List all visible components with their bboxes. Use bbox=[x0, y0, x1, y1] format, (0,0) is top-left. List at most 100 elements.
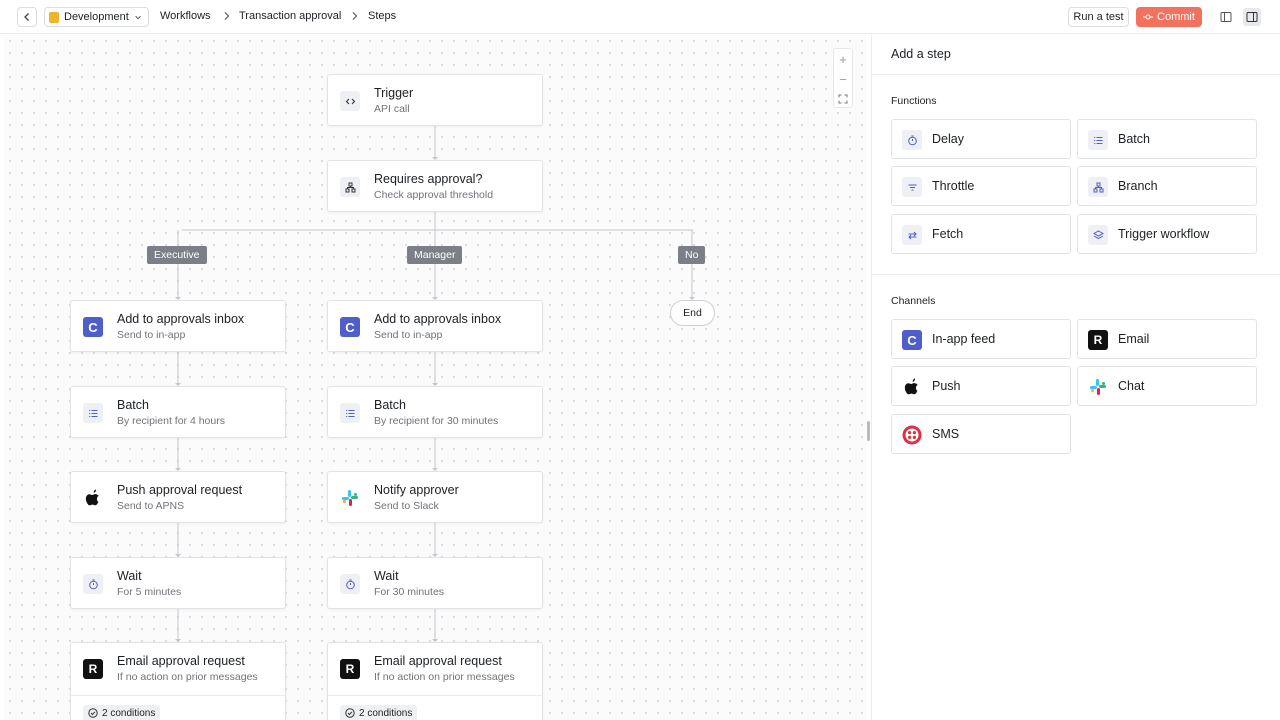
chevron-down-icon bbox=[135, 15, 141, 19]
node-subtitle: By recipient for 4 hours bbox=[117, 415, 225, 427]
function-fetch[interactable]: Fetch bbox=[891, 214, 1071, 254]
resend-icon: R bbox=[1088, 330, 1108, 350]
option-label: Trigger workflow bbox=[1118, 227, 1210, 241]
step-node-wait[interactable]: Wait For 30 minutes bbox=[327, 557, 543, 609]
workflow-canvas[interactable]: Trigger API call Requires approval? Chec… bbox=[4, 35, 866, 720]
channel-sms[interactable]: SMS bbox=[891, 414, 1071, 454]
node-subtitle: Check approval threshold bbox=[374, 189, 494, 201]
twilio-icon bbox=[902, 425, 922, 445]
option-label: Fetch bbox=[932, 227, 964, 241]
step-node-inapp[interactable]: C Add to approvals inbox Send to in-app bbox=[327, 300, 543, 352]
branch-tag-no[interactable]: No bbox=[678, 246, 706, 264]
branch-icon bbox=[1088, 177, 1108, 197]
layers-icon bbox=[1088, 225, 1108, 245]
option-label: In-app feed bbox=[932, 332, 996, 346]
function-batch[interactable]: Batch bbox=[1077, 119, 1257, 159]
step-node-inapp[interactable]: C Add to approvals inbox Send to in-app bbox=[70, 300, 286, 352]
node-title: Add to approvals inbox bbox=[374, 312, 502, 326]
back-button[interactable] bbox=[17, 7, 37, 27]
zoom-out-button[interactable]: − bbox=[834, 69, 852, 89]
panel-title: Add a step bbox=[891, 47, 951, 61]
filter-icon bbox=[902, 177, 922, 197]
breadcrumb-workflows[interactable]: Workflows bbox=[160, 10, 211, 22]
function-throttle[interactable]: Throttle bbox=[891, 166, 1071, 206]
node-subtitle: By recipient for 30 minutes bbox=[374, 415, 499, 427]
divider bbox=[872, 74, 1280, 75]
panel-resize-handle[interactable] bbox=[867, 421, 870, 441]
timer-icon bbox=[902, 130, 922, 150]
option-label: SMS bbox=[932, 427, 960, 441]
branch-tag-manager[interactable]: Manager bbox=[407, 246, 463, 264]
top-bar: Development Workflows Transaction approv… bbox=[0, 0, 1280, 34]
node-subtitle: Send to Slack bbox=[374, 500, 439, 512]
node-title: Wait bbox=[374, 569, 399, 583]
functions-label: Functions bbox=[891, 95, 937, 107]
chevron-left-icon bbox=[24, 13, 29, 21]
function-delay[interactable]: Delay bbox=[891, 119, 1071, 159]
commit-button[interactable]: Commit bbox=[1136, 7, 1202, 27]
conditions-badge[interactable]: 2 conditions bbox=[340, 705, 418, 720]
step-node-wait[interactable]: Wait For 5 minutes bbox=[70, 557, 286, 609]
list-icon bbox=[1088, 130, 1108, 150]
breadcrumb-transaction-approval[interactable]: Transaction approval bbox=[239, 10, 341, 22]
step-node-email[interactable]: R Email approval request If no action on… bbox=[70, 642, 286, 720]
option-label: Throttle bbox=[932, 179, 975, 193]
slack-icon bbox=[1088, 377, 1108, 397]
option-label: Batch bbox=[1118, 132, 1150, 146]
environment-select[interactable]: Development bbox=[44, 7, 149, 27]
sidebar-right-toggle[interactable] bbox=[1243, 8, 1261, 26]
node-title: Wait bbox=[117, 569, 142, 583]
node-subtitle: If no action on prior messages bbox=[117, 671, 258, 683]
check-circle-icon bbox=[88, 708, 98, 718]
node-title: Push approval request bbox=[117, 483, 243, 497]
fit-view-icon bbox=[838, 94, 848, 104]
code-icon bbox=[340, 91, 360, 111]
step-node-batch[interactable]: Batch By recipient for 30 minutes bbox=[327, 386, 543, 438]
list-icon bbox=[83, 403, 103, 423]
zoom-in-button[interactable]: + bbox=[834, 49, 852, 69]
fit-view-button[interactable] bbox=[834, 89, 852, 109]
layout-left-icon bbox=[1220, 12, 1232, 22]
node-subtitle: Send to in-app bbox=[117, 329, 186, 341]
option-label: Push bbox=[932, 379, 961, 393]
layout-right-icon bbox=[1246, 12, 1258, 22]
node-subtitle: API call bbox=[374, 103, 410, 115]
node-title: Requires approval? bbox=[374, 172, 483, 186]
step-node-push[interactable]: Push approval request Send to APNS bbox=[70, 471, 286, 523]
timer-icon bbox=[340, 574, 360, 594]
slack-icon bbox=[340, 488, 360, 508]
add-step-panel: Add a step Functions Delay Batch Throttl… bbox=[871, 35, 1280, 720]
check-circle-icon bbox=[345, 708, 355, 718]
channel-push[interactable]: Push bbox=[891, 366, 1071, 406]
option-label: Branch bbox=[1118, 179, 1158, 193]
timer-icon bbox=[83, 574, 103, 594]
conditions-badge[interactable]: 2 conditions bbox=[83, 705, 161, 720]
branch-node[interactable]: Requires approval? Check approval thresh… bbox=[327, 160, 543, 212]
node-title: Notify approver bbox=[374, 483, 459, 497]
channel-chat[interactable]: Chat bbox=[1077, 366, 1257, 406]
run-test-button[interactable]: Run a test bbox=[1068, 7, 1129, 27]
option-label: Chat bbox=[1118, 379, 1145, 393]
function-branch[interactable]: Branch bbox=[1077, 166, 1257, 206]
function-trigger-workflow[interactable]: Trigger workflow bbox=[1077, 214, 1257, 254]
node-divider bbox=[71, 695, 285, 696]
resend-icon: R bbox=[340, 659, 360, 679]
branch-tag-executive[interactable]: Executive bbox=[147, 246, 207, 264]
divider bbox=[872, 274, 1280, 275]
trigger-node[interactable]: Trigger API call bbox=[327, 74, 543, 126]
end-node[interactable]: End bbox=[670, 300, 715, 326]
node-subtitle: For 5 minutes bbox=[117, 586, 182, 598]
node-title: Trigger bbox=[374, 86, 414, 100]
step-node-batch[interactable]: Batch By recipient for 4 hours bbox=[70, 386, 286, 438]
step-node-slack[interactable]: Notify approver Send to Slack bbox=[327, 471, 543, 523]
step-node-email[interactable]: R Email approval request If no action on… bbox=[327, 642, 543, 720]
option-label: Delay bbox=[932, 132, 964, 146]
channel-email[interactable]: R Email bbox=[1077, 319, 1257, 359]
zoom-controls: + − bbox=[833, 48, 853, 108]
chevron-right-icon bbox=[224, 12, 230, 20]
channel-in-app-feed[interactable]: C In-app feed bbox=[891, 319, 1071, 359]
breadcrumb-steps[interactable]: Steps bbox=[368, 10, 396, 22]
environment-label: Development bbox=[64, 11, 129, 23]
apple-icon bbox=[902, 377, 922, 397]
sidebar-left-toggle[interactable] bbox=[1217, 8, 1235, 26]
